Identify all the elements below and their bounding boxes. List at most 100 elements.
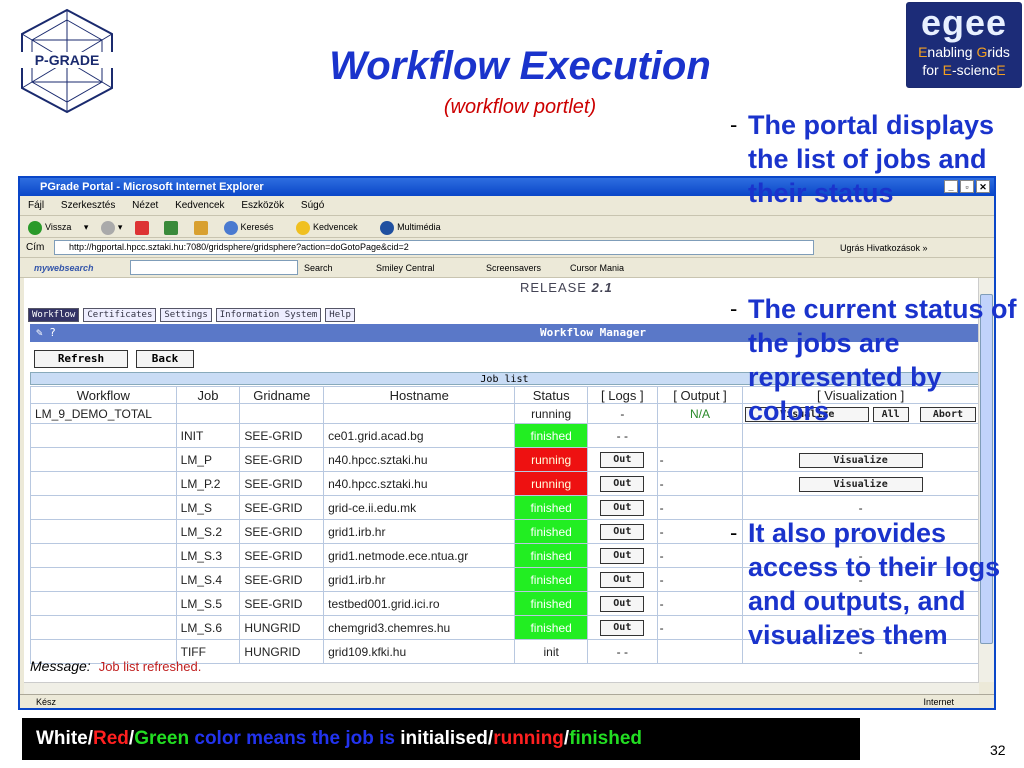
out-button[interactable]: Out bbox=[600, 571, 645, 588]
workflow-manager-title: Workflow Manager bbox=[540, 326, 646, 339]
job-status: finished bbox=[514, 615, 588, 640]
hostname: n40.hpcc.sztaki.hu bbox=[323, 471, 516, 496]
job-status: finished bbox=[514, 495, 588, 520]
stop-button[interactable] bbox=[134, 220, 152, 235]
hostname: chemgrid3.chemres.hu bbox=[323, 615, 516, 640]
gridname: SEE-GRID bbox=[239, 495, 325, 520]
address-label: Cím bbox=[26, 242, 45, 253]
logs-cell: Out bbox=[586, 471, 658, 496]
forward-nav-button[interactable]: ▾ bbox=[100, 220, 122, 235]
out-button[interactable]: Out bbox=[600, 475, 645, 492]
gridname: SEE-GRID bbox=[239, 423, 325, 448]
screensavers-link[interactable]: Screensavers bbox=[486, 258, 541, 278]
job-status: running bbox=[514, 471, 588, 496]
out-button[interactable]: Out bbox=[600, 547, 645, 564]
job-status: init bbox=[514, 639, 588, 664]
menu-help[interactable]: Súgó bbox=[301, 200, 324, 211]
browser-toolbar: Vissza ▾ ▾ Keresés Kedvencek Multimédia bbox=[20, 216, 994, 238]
hostname: grid1.irb.hr bbox=[323, 567, 516, 592]
menu-tools[interactable]: Eszközök bbox=[241, 200, 284, 211]
horizontal-scrollbar[interactable] bbox=[24, 682, 979, 694]
logs-cell: Out bbox=[586, 591, 658, 616]
logs-cell: Out bbox=[586, 615, 658, 640]
tab-help[interactable]: Help bbox=[325, 308, 355, 322]
home-button[interactable] bbox=[193, 220, 211, 235]
visualization-cell: Visualize bbox=[742, 471, 979, 496]
workflow-cell bbox=[30, 471, 177, 496]
workflow-cell bbox=[30, 591, 177, 616]
links-bar[interactable]: Ugrás Hivatkozások » bbox=[840, 238, 928, 258]
tab-settings[interactable]: Settings bbox=[160, 308, 212, 322]
hostname: testbed001.grid.ici.ro bbox=[323, 591, 516, 616]
search-button[interactable]: Search bbox=[304, 258, 333, 278]
output-cell: - bbox=[656, 471, 744, 496]
address-input[interactable]: http://hgportal.hpcc.sztaki.hu:7080/grid… bbox=[54, 240, 814, 255]
slide-subtitle: (workflow portlet) bbox=[443, 96, 597, 118]
job-name: LM_S.4 bbox=[175, 567, 241, 592]
tab-certificates[interactable]: Certificates bbox=[83, 308, 157, 322]
out-button[interactable]: Out bbox=[600, 595, 645, 612]
color-legend-bar: White/Red/Green color means the job is i… bbox=[22, 718, 860, 760]
workflow-cell bbox=[30, 615, 177, 640]
job-name: LM_P.2 bbox=[175, 471, 241, 496]
message-label: Message: bbox=[30, 658, 91, 674]
portal-tabs: Workflow Certificates Settings Information … bbox=[28, 308, 359, 322]
workflow-cell bbox=[30, 423, 177, 448]
gridname: HUNGRID bbox=[239, 639, 325, 664]
tab-information-system[interactable]: Information System bbox=[215, 308, 322, 322]
job-status: running bbox=[514, 447, 588, 472]
favorites-button[interactable]: Kedvencek bbox=[296, 220, 368, 235]
col-logs: [ Logs ] bbox=[586, 386, 658, 404]
edit-help-icons[interactable]: ✎ ? bbox=[36, 324, 56, 342]
visualize-job-button[interactable]: Visualize bbox=[798, 476, 923, 492]
search-toolbar: mywebsearch Search Smiley Central Screen… bbox=[20, 258, 994, 278]
workflow-cell bbox=[30, 519, 177, 544]
status-zone: Internet bbox=[923, 697, 954, 707]
bullet-1: - The portal displays the list of jobs an… bbox=[730, 110, 995, 208]
workflow-status: running bbox=[514, 403, 588, 424]
logs-cell: Out bbox=[586, 495, 658, 520]
out-button[interactable]: Out bbox=[600, 523, 645, 540]
gridname: SEE-GRID bbox=[239, 567, 325, 592]
job-status: finished bbox=[514, 543, 588, 568]
bullet-2: - The current status of the jobs are repr… bbox=[730, 294, 1017, 426]
egee-logo-text: egee bbox=[920, 2, 1008, 43]
job-name: INIT bbox=[175, 423, 241, 448]
tab-workflow[interactable]: Workflow bbox=[28, 308, 80, 322]
menu-edit[interactable]: Szerkesztés bbox=[61, 200, 115, 211]
visualization-cell: Visualize bbox=[742, 447, 979, 472]
job-name: LM_S.2 bbox=[175, 519, 241, 544]
smiley-central-link[interactable]: Smiley Central bbox=[376, 258, 435, 278]
menu-file[interactable]: Fájl bbox=[28, 200, 44, 211]
gridname: SEE-GRID bbox=[239, 543, 325, 568]
refresh-portal-button[interactable]: Refresh bbox=[34, 350, 128, 368]
search-toolbar-button[interactable]: Keresés bbox=[223, 220, 284, 235]
message-text: Job list refreshed. bbox=[98, 659, 202, 674]
p-grade-logo: P-GRADE bbox=[14, 8, 120, 114]
menu-view[interactable]: Nézet bbox=[132, 200, 158, 211]
logs-cell: Out bbox=[586, 567, 658, 592]
job-name: LM_P bbox=[175, 447, 241, 472]
refresh-button[interactable] bbox=[164, 220, 181, 235]
col-status: Status bbox=[514, 386, 588, 404]
gridname: SEE-GRID bbox=[239, 591, 325, 616]
out-button[interactable]: Out bbox=[600, 499, 645, 516]
logs-cell: Out bbox=[586, 519, 658, 544]
back-portal-button[interactable]: Back bbox=[136, 350, 194, 368]
visualize-job-button[interactable]: Visualize bbox=[798, 452, 923, 468]
hostname: grid-ce.ii.edu.mk bbox=[323, 495, 516, 520]
menu-favorites[interactable]: Kedvencek bbox=[175, 200, 224, 211]
job-name: LM_S.6 bbox=[175, 615, 241, 640]
workflow-cell bbox=[30, 543, 177, 568]
out-button[interactable]: Out bbox=[600, 451, 645, 468]
address-bar: Cím http://hgportal.hpcc.sztaki.hu:7080/… bbox=[20, 238, 994, 258]
gridname: SEE-GRID bbox=[239, 447, 325, 472]
web-search-input[interactable] bbox=[130, 260, 298, 275]
hostname: grid1.netmode.ece.ntua.gr bbox=[323, 543, 516, 568]
job-status: finished bbox=[514, 423, 588, 448]
back-nav-button[interactable]: Vissza ▾ bbox=[28, 220, 88, 235]
cursor-mania-link[interactable]: Cursor Mania bbox=[570, 258, 624, 278]
media-button[interactable]: Multimédia bbox=[380, 220, 451, 235]
out-button[interactable]: Out bbox=[600, 619, 645, 636]
job-status: finished bbox=[514, 519, 588, 544]
